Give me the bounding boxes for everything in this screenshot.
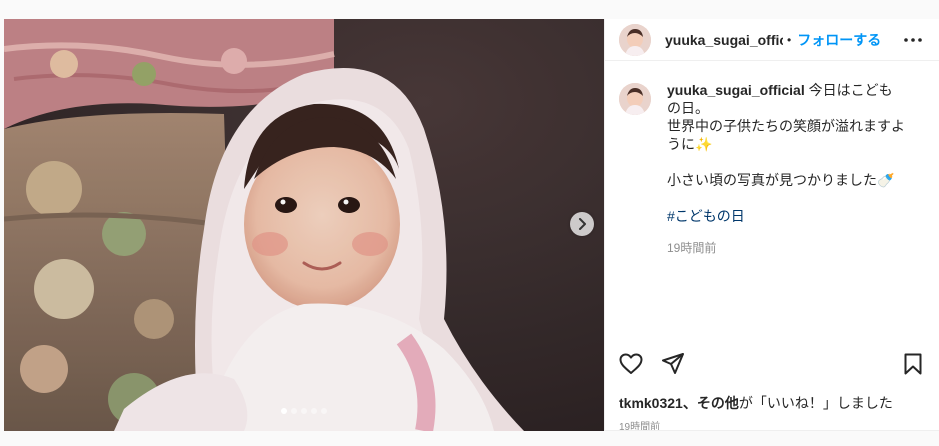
- post-side-panel: yuuka_sugai_offic • フォローする yuuka_sugai_o…: [604, 19, 939, 433]
- caption-avatar[interactable]: [619, 83, 651, 115]
- caption-line-3: 小さい頃の写真が見つかりました🍼: [667, 172, 895, 188]
- caption-body: yuuka_sugai_official 今日はこどもの日。 世界中の子供たちの…: [667, 81, 905, 257]
- post-media[interactable]: [4, 19, 604, 431]
- avatar-image: [619, 83, 651, 115]
- slide-dot: [301, 408, 307, 414]
- likes-summary: tkmk0321、その他が「いいね！」しました: [619, 393, 893, 413]
- slide-dot: [311, 408, 317, 414]
- post-actions: [619, 352, 925, 376]
- post-caption: yuuka_sugai_official 今日はこどもの日。 世界中の子供たちの…: [619, 81, 919, 257]
- avatar[interactable]: [619, 23, 651, 56]
- instagram-post: yuuka_sugai_offic • フォローする yuuka_sugai_o…: [4, 19, 939, 433]
- caption-text: yuuka_sugai_official 今日はこどもの日。: [667, 82, 893, 116]
- more-options-button[interactable]: [901, 28, 925, 52]
- slide-dot-active: [281, 408, 287, 414]
- caption-line-2: 世界中の子供たちの笑顔が溢れますように✨: [667, 118, 905, 152]
- follow-button[interactable]: フォローする: [797, 30, 881, 50]
- chevron-right-icon: [579, 218, 586, 230]
- paper-plane-icon: [662, 353, 684, 374]
- post-header: yuuka_sugai_offic • フォローする: [605, 19, 939, 61]
- likes-separator: 、: [682, 395, 697, 411]
- liked-by-user[interactable]: tkmk0321: [619, 395, 683, 411]
- baby-photo: [4, 19, 604, 431]
- caption-time: 19時間前: [667, 241, 717, 255]
- likes-suffix: が「いいね！」しました: [738, 395, 893, 411]
- more-horizontal-icon: [904, 37, 922, 42]
- hashtag-link[interactable]: #こどもの日: [667, 207, 745, 225]
- heart-icon: [619, 353, 643, 374]
- slide-dot: [321, 408, 327, 414]
- bookmark-icon: [904, 353, 922, 375]
- avatar-image: [619, 23, 651, 56]
- like-button[interactable]: [619, 352, 643, 376]
- likes-others-link[interactable]: その他: [697, 395, 739, 411]
- header-separator: •: [787, 32, 792, 47]
- share-button[interactable]: [661, 352, 685, 376]
- slide-indicator: [4, 408, 604, 414]
- slide-dot: [291, 408, 297, 414]
- header-username[interactable]: yuuka_sugai_offic: [665, 32, 783, 48]
- divider: [605, 430, 939, 431]
- next-slide-button[interactable]: [570, 212, 594, 236]
- save-button[interactable]: [901, 352, 925, 376]
- caption-username[interactable]: yuuka_sugai_official: [667, 82, 805, 98]
